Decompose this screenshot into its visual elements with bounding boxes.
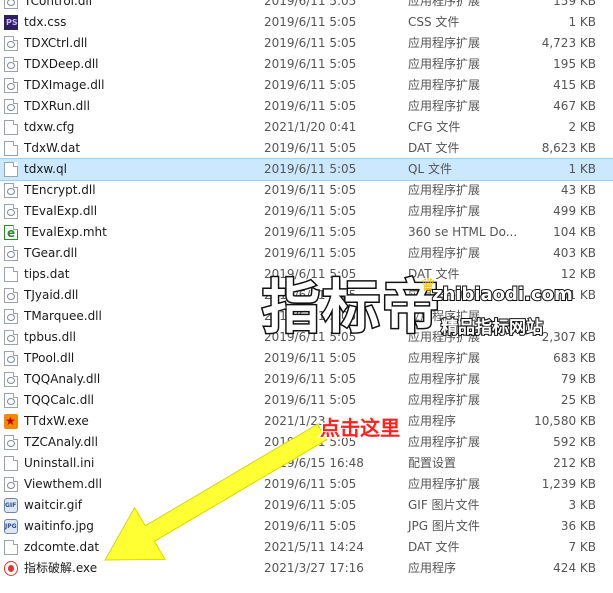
annotation-label: 点击这里 <box>319 415 402 442</box>
annotation-arrow <box>104 423 328 561</box>
